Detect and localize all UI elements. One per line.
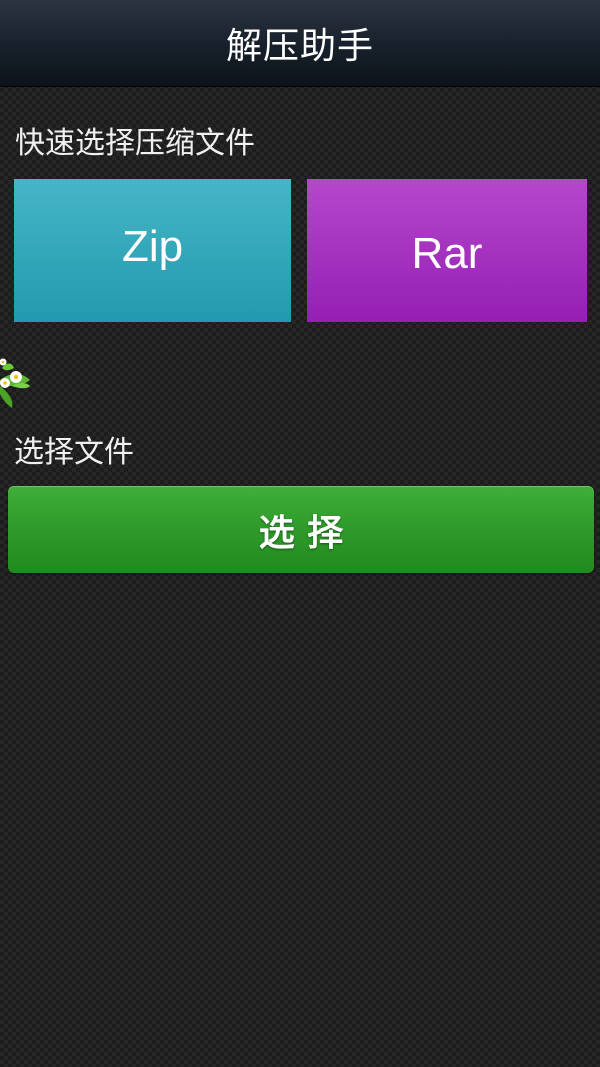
flower-icon [0,358,30,408]
zip-button[interactable]: Zip [14,179,291,322]
page-title: 解压助手 [225,26,374,67]
rar-button[interactable]: Rar [307,179,587,322]
quick-select-label: 快速选择压缩文件 [15,126,255,161]
select-file-button[interactable]: 选 择 [8,486,594,573]
title-bar: 解压助手 [0,0,600,87]
select-file-button-label: 选 择 [258,512,344,554]
rar-button-label: Rar [411,228,483,278]
zip-button-label: Zip [121,221,184,271]
select-file-label: 选择文件 [14,435,134,470]
